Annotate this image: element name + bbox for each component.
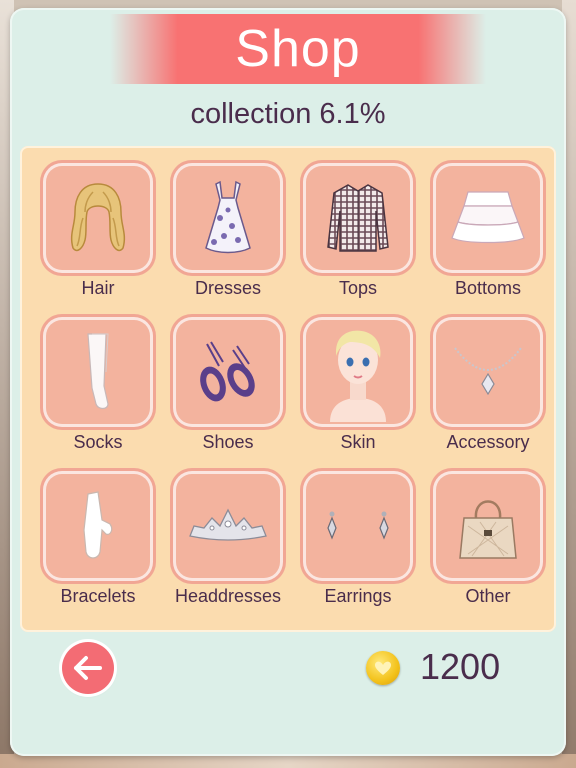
socks-icon: [87, 333, 109, 410]
arrow-left-icon: [74, 656, 102, 680]
category-label: Dresses: [194, 278, 261, 298]
category-tile: [46, 320, 150, 424]
shirt-icon: [327, 184, 389, 252]
category-skin[interactable]: Skin: [298, 310, 418, 460]
category-bottoms[interactable]: Bottoms: [428, 156, 548, 306]
category-label: Tops: [338, 278, 378, 298]
shoes-icon: [200, 341, 255, 402]
skirt-icon: [451, 191, 525, 244]
category-headdresses[interactable]: Headdresses: [168, 464, 288, 614]
category-label: Headdresses: [174, 586, 282, 606]
category-tile: [176, 166, 280, 270]
category-tops[interactable]: Tops: [298, 156, 418, 306]
coin-icon: [366, 651, 400, 685]
collection-progress: collection 6.1%: [190, 98, 386, 130]
category-label: Skin: [340, 432, 376, 452]
category-accessory[interactable]: Accessory: [428, 310, 548, 460]
category-grid: Hair Dresses Tops Bottoms Socks Shoes Sk…: [20, 146, 556, 632]
dress-icon: [205, 180, 251, 254]
earrings-icon: [327, 511, 389, 540]
category-socks[interactable]: Socks: [38, 310, 158, 460]
category-label: Other: [465, 586, 511, 606]
category-tile: [176, 320, 280, 424]
category-label: Bracelets: [60, 586, 136, 606]
category-label: Shoes: [202, 432, 254, 452]
glove-icon: [83, 491, 113, 559]
category-tile: [436, 474, 540, 578]
category-tile: [306, 474, 410, 578]
category-tile: [436, 166, 540, 270]
category-shoes[interactable]: Shoes: [168, 310, 288, 460]
necklace-icon: [454, 347, 522, 396]
face-icon: [330, 330, 386, 422]
category-label: Accessory: [446, 432, 530, 452]
category-tile: [46, 474, 150, 578]
category-dresses[interactable]: Dresses: [168, 156, 288, 306]
shop-panel: Shop collection 6.1% Hair Dresses Tops B…: [10, 8, 566, 756]
category-earrings[interactable]: Earrings: [298, 464, 418, 614]
category-tile: [46, 166, 150, 270]
category-other[interactable]: Other: [428, 464, 548, 614]
shop-title: Shop: [235, 20, 361, 78]
category-tile: [306, 320, 410, 424]
handbag-icon: [459, 500, 517, 559]
category-label: Hair: [81, 278, 115, 298]
category-label: Earrings: [324, 586, 392, 606]
title-banner: Shop: [110, 14, 486, 84]
tiara-icon: [189, 508, 267, 541]
category-tile: [176, 474, 280, 578]
category-hair[interactable]: Hair: [38, 156, 158, 306]
category-label: Socks: [73, 432, 123, 452]
coin-balance: 1200: [420, 646, 501, 687]
hair-icon: [70, 183, 126, 252]
category-label: Bottoms: [454, 278, 522, 298]
background-bottom: [0, 754, 576, 768]
category-bracelets[interactable]: Bracelets: [38, 464, 158, 614]
category-tile: [436, 320, 540, 424]
category-tile: [306, 166, 410, 270]
back-button[interactable]: [62, 642, 114, 694]
